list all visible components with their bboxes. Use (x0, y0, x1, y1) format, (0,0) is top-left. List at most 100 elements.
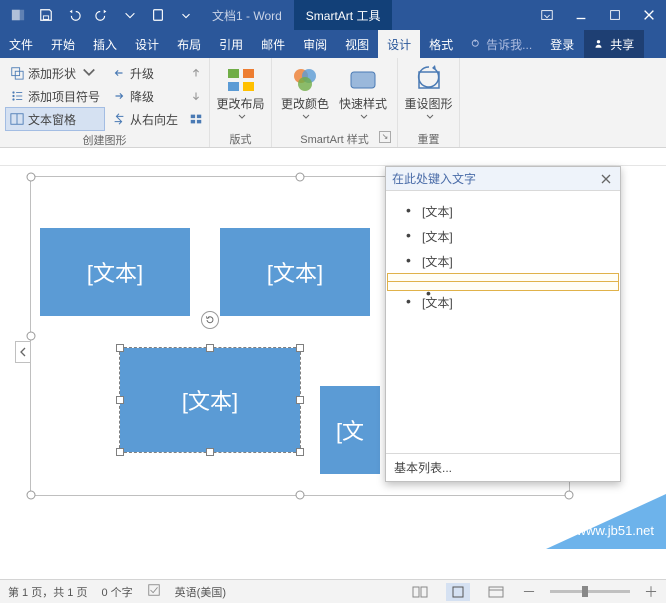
change-colors-label: 更改颜色 (281, 98, 329, 111)
text-pane-header: 在此处键入文字 (386, 167, 620, 191)
text-pane[interactable]: 在此处键入文字 [文本] [文本] [文本] [文本] 基本列表... (385, 166, 621, 482)
tab-review[interactable]: 审阅 (294, 30, 336, 58)
touch-mode-icon[interactable] (146, 3, 170, 27)
move-down-button[interactable] (186, 85, 206, 107)
zoom-out-icon[interactable]: － (522, 582, 536, 602)
tab-mailings[interactable]: 邮件 (252, 30, 294, 58)
group-reset: 重设图形 重置 (398, 58, 460, 147)
smartart-shape[interactable]: [文本] (220, 228, 370, 316)
change-colors-icon (289, 64, 321, 96)
contextual-tab-label: SmartArt 工具 (294, 0, 393, 30)
maximize-icon[interactable] (598, 0, 632, 30)
statusbar: 第 1 页，共 1 页 0 个字 英语(美国) － ＋ (0, 579, 666, 603)
text-pane-footer[interactable]: 基本列表... (386, 453, 620, 481)
add-bullet-label: 添加项目符号 (28, 88, 100, 105)
document-canvas[interactable]: [文本] [文本] [文 [文本] 在此处键入文字 [文本] [文本] [文本]… (0, 166, 666, 573)
text-pane-item[interactable]: [文本] (388, 224, 618, 249)
qat-more-icon[interactable] (118, 3, 142, 27)
promote-button[interactable]: 升级 (108, 62, 182, 84)
group-create-graphic: 添加形状 添加项目符号 文本窗格 升级 降级 从右向左 创建图形 (0, 58, 210, 147)
status-page[interactable]: 第 1 页，共 1 页 (8, 584, 87, 600)
view-print-icon[interactable] (446, 583, 470, 601)
share-button[interactable]: 共享 (584, 30, 644, 58)
tab-smartart-design[interactable]: 设计 (378, 30, 420, 58)
group-label-styles: SmartArt 样式↘ (276, 131, 393, 147)
text-pane-title: 在此处键入文字 (392, 170, 476, 187)
zoom-slider[interactable] (550, 590, 630, 593)
tab-home[interactable]: 开始 (42, 30, 84, 58)
add-bullet-button[interactable]: 添加项目符号 (6, 85, 104, 107)
tab-smartart-format[interactable]: 格式 (420, 30, 462, 58)
group-label-create: 创建图形 (4, 132, 205, 148)
demote-button[interactable]: 降级 (108, 85, 182, 107)
word-icon[interactable] (6, 3, 30, 27)
quick-styles-button[interactable]: 快速样式 (334, 60, 392, 131)
tab-design[interactable]: 设计 (126, 30, 168, 58)
save-icon[interactable] (34, 3, 58, 27)
reset-graphic-label: 重设图形 (404, 98, 452, 111)
group-label-reset: 重置 (402, 131, 455, 147)
group-label-layouts: 版式 (214, 131, 267, 147)
tell-me-search[interactable]: 告诉我... (462, 30, 540, 58)
status-word-count[interactable]: 0 个字 (101, 584, 132, 600)
undo-icon[interactable] (62, 3, 86, 27)
tell-me-label: 告诉我... (486, 36, 532, 53)
tab-file[interactable]: 文件 (0, 30, 42, 58)
promote-label: 升级 (130, 65, 154, 82)
tab-layout[interactable]: 布局 (168, 30, 210, 58)
ribbon-options-icon[interactable] (530, 0, 564, 30)
text-pane-item-selected[interactable] (388, 282, 618, 290)
login-button[interactable]: 登录 (540, 30, 584, 58)
text-pane-item[interactable]: [文本] (388, 249, 618, 274)
rtl-label: 从右向左 (130, 111, 178, 128)
window-controls (530, 0, 666, 30)
smartart-shape[interactable]: [文本] (40, 228, 190, 316)
status-language[interactable]: 英语(美国) (175, 584, 226, 600)
titlebar: 文档1 - Word SmartArt 工具 (0, 0, 666, 30)
change-layout-icon (225, 64, 257, 96)
quick-styles-label: 快速样式 (339, 98, 387, 111)
move-up-button[interactable] (186, 62, 206, 84)
demote-label: 降级 (130, 88, 154, 105)
layout-dropdown-button[interactable] (186, 108, 206, 130)
change-layout-button[interactable]: 更改布局 (214, 60, 267, 131)
reset-graphic-icon (413, 64, 445, 96)
text-pane-label: 文本窗格 (28, 111, 76, 128)
text-pane-body[interactable]: [文本] [文本] [文本] [文本] (386, 191, 620, 453)
quick-styles-icon (347, 64, 379, 96)
reset-graphic-button[interactable]: 重设图形 (402, 60, 455, 131)
close-icon[interactable] (632, 0, 666, 30)
dialog-launcher-icon[interactable]: ↘ (379, 131, 391, 143)
qat-dropdown-icon[interactable] (174, 3, 198, 27)
smartart-shape-selected[interactable]: [文本] (120, 348, 300, 452)
rotate-handle-icon[interactable] (201, 311, 219, 329)
rtl-button[interactable]: 从右向左 (108, 108, 182, 130)
change-colors-button[interactable]: 更改颜色 (276, 60, 334, 131)
group-styles: 更改颜色 快速样式 SmartArt 样式↘ (272, 58, 398, 147)
status-proofing-icon[interactable] (147, 583, 161, 600)
tab-view[interactable]: 视图 (336, 30, 378, 58)
ribbon-tabs: 文件 开始 插入 设计 布局 引用 邮件 审阅 视图 设计 格式 告诉我... … (0, 30, 666, 58)
text-pane-close-icon[interactable] (598, 171, 614, 187)
redo-icon[interactable] (90, 3, 114, 27)
ribbon: 添加形状 添加项目符号 文本窗格 升级 降级 从右向左 创建图形 更改布局 (0, 58, 666, 148)
smartart-shape[interactable]: [文 (320, 386, 380, 474)
text-pane-item[interactable]: [文本] (388, 199, 618, 224)
ruler (0, 148, 666, 166)
view-read-icon[interactable] (408, 583, 432, 601)
qat (0, 3, 204, 27)
tab-references[interactable]: 引用 (210, 30, 252, 58)
watermark-triangle (546, 494, 666, 549)
zoom-in-icon[interactable]: ＋ (644, 582, 658, 602)
view-web-icon[interactable] (484, 583, 508, 601)
text-pane-item-selected[interactable] (388, 274, 618, 282)
add-shape-label: 添加形状 (28, 65, 76, 82)
tab-insert[interactable]: 插入 (84, 30, 126, 58)
text-pane-toggle[interactable]: 文本窗格 (6, 108, 104, 130)
add-shape-button[interactable]: 添加形状 (6, 62, 104, 84)
share-label: 共享 (610, 36, 634, 53)
minimize-icon[interactable] (564, 0, 598, 30)
text-pane-collapse-icon[interactable] (15, 341, 31, 363)
text-pane-item[interactable]: [文本] (388, 290, 618, 315)
document-title: 文档1 - Word (212, 7, 282, 24)
